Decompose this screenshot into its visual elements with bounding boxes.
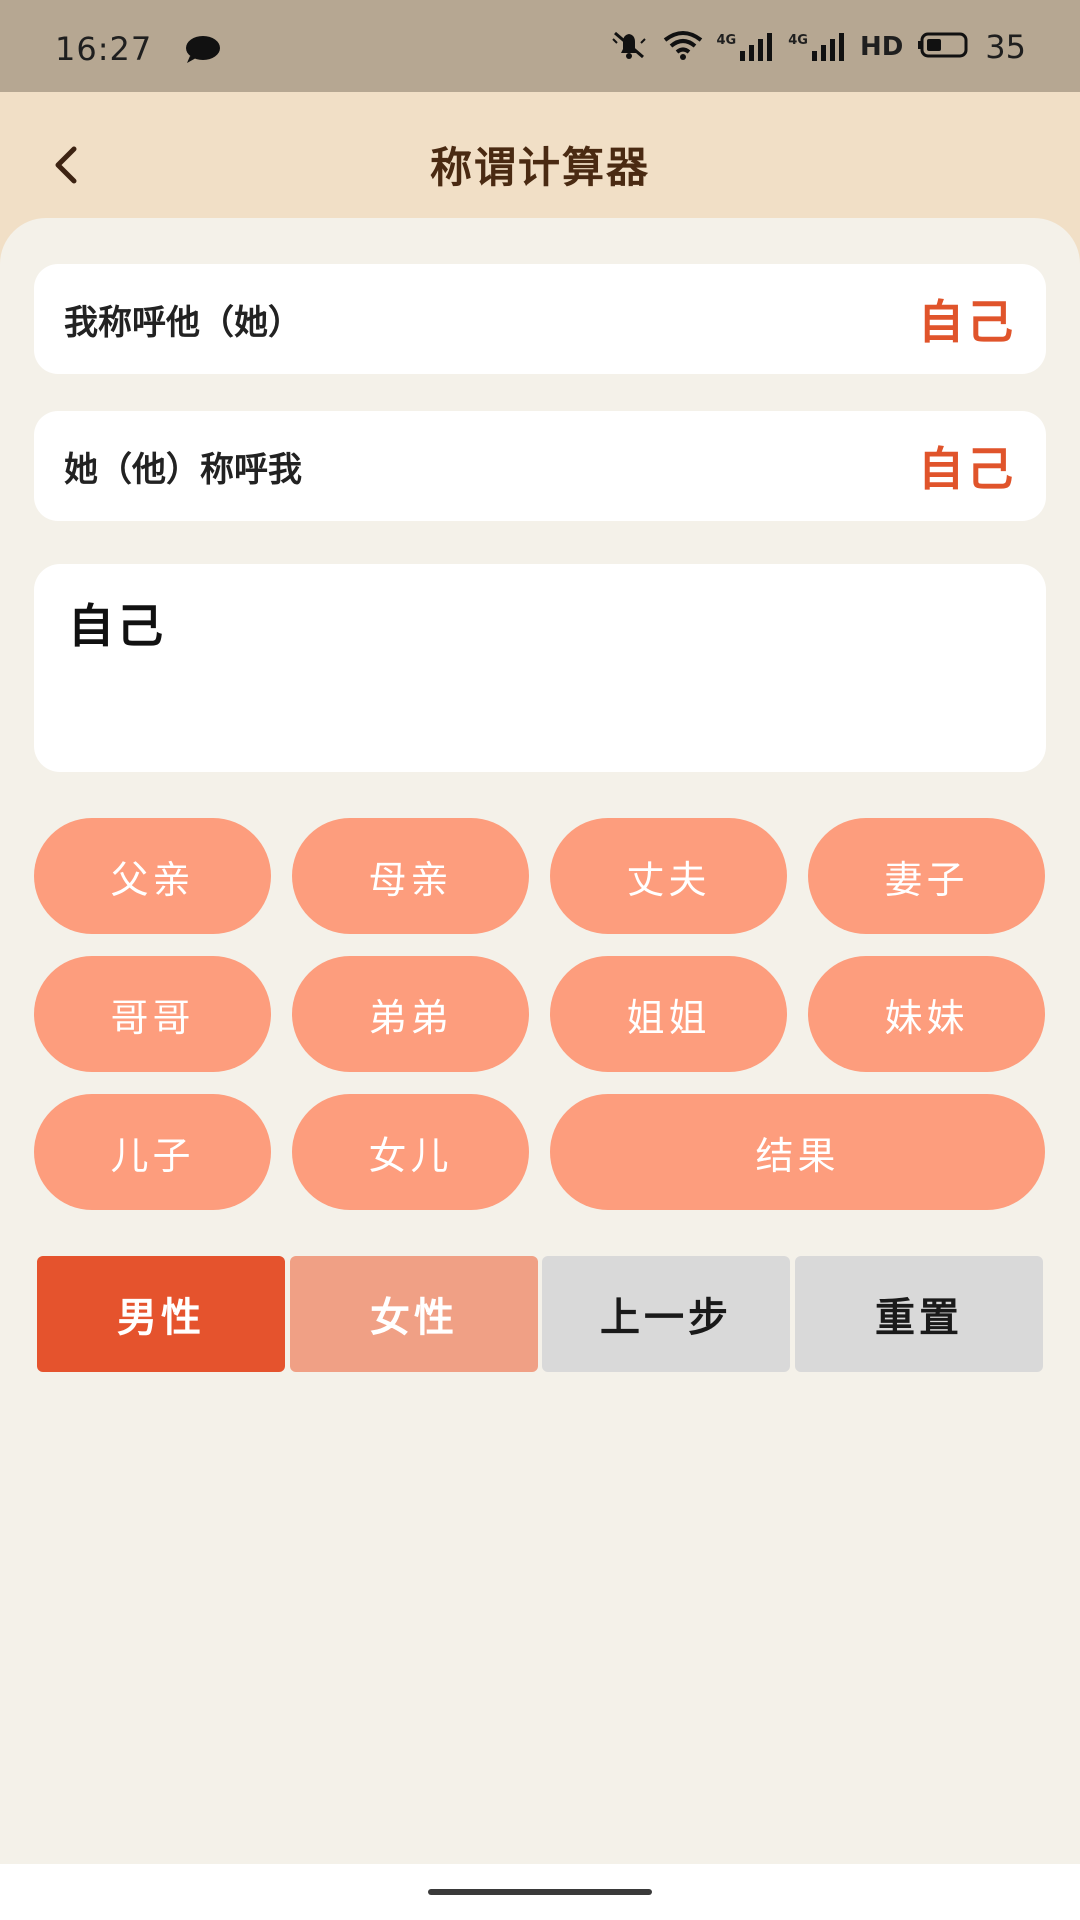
younger-sister-button[interactable]: 妹妹 bbox=[808, 956, 1045, 1072]
younger-brother-button[interactable]: 弟弟 bbox=[292, 956, 529, 1072]
result-text: 自己 bbox=[68, 599, 166, 653]
chat-bubble-icon bbox=[184, 34, 222, 68]
status-icons: 4G 4G HD 35 bbox=[609, 28, 1026, 66]
reset-button[interactable]: 重置 bbox=[795, 1256, 1043, 1372]
network-type: 4G bbox=[788, 33, 808, 48]
they-call-me-row[interactable]: 她（他）称呼我 自己 bbox=[34, 411, 1046, 521]
hd-label: HD bbox=[859, 32, 904, 62]
they-call-me-value: 自己 bbox=[918, 442, 1016, 496]
main-content: 我称呼他（她） 自己 她（他）称呼我 自己 自己 父亲 母亲 丈夫 妻子 哥哥 … bbox=[0, 218, 1080, 1864]
father-button[interactable]: 父亲 bbox=[34, 818, 271, 934]
wife-button[interactable]: 妻子 bbox=[808, 818, 1045, 934]
i-call-them-label: 我称呼他（她） bbox=[64, 302, 302, 343]
result-display: 自己 bbox=[34, 564, 1046, 772]
status-bar: 16:27 4G 4G HD 35 bbox=[0, 0, 1080, 92]
female-button[interactable]: 女性 bbox=[290, 1256, 538, 1372]
daughter-button[interactable]: 女儿 bbox=[292, 1094, 529, 1210]
they-call-me-label: 她（他）称呼我 bbox=[64, 449, 302, 490]
male-button[interactable]: 男性 bbox=[37, 1256, 285, 1372]
battery-level: 35 bbox=[985, 28, 1026, 66]
result-button[interactable]: 结果 bbox=[550, 1094, 1045, 1210]
i-call-them-value: 自己 bbox=[918, 295, 1016, 349]
previous-step-button[interactable]: 上一步 bbox=[542, 1256, 790, 1372]
i-call-them-row[interactable]: 我称呼他（她） 自己 bbox=[34, 264, 1046, 374]
mute-icon bbox=[609, 29, 649, 65]
elder-brother-button[interactable]: 哥哥 bbox=[34, 956, 271, 1072]
status-time: 16:27 bbox=[55, 30, 153, 68]
home-indicator[interactable] bbox=[428, 1889, 652, 1895]
elder-sister-button[interactable]: 姐姐 bbox=[550, 956, 787, 1072]
son-button[interactable]: 儿子 bbox=[34, 1094, 271, 1210]
signal-icon: 4G bbox=[717, 33, 775, 61]
page-title: 称谓计算器 bbox=[429, 143, 650, 192]
signal-icon: 4G bbox=[788, 33, 846, 61]
system-nav-bar bbox=[0, 1864, 1080, 1920]
mother-button[interactable]: 母亲 bbox=[292, 818, 529, 934]
wifi-icon bbox=[663, 29, 703, 65]
network-type: 4G bbox=[716, 33, 737, 48]
husband-button[interactable]: 丈夫 bbox=[550, 818, 787, 934]
battery-icon bbox=[917, 32, 971, 62]
